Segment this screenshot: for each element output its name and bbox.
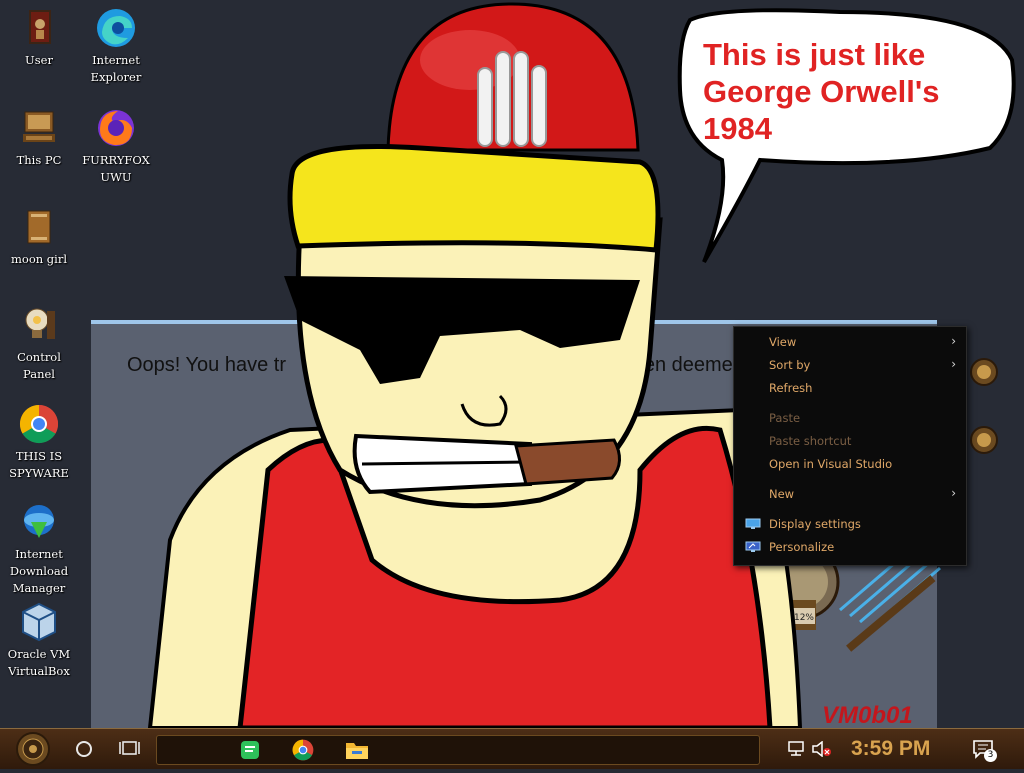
taskbar: 3:59 PM 3 <box>0 728 1024 769</box>
notification-count-badge: 3 <box>984 749 997 762</box>
taskbar-app-strip <box>156 735 760 765</box>
personalize-icon <box>745 541 761 552</box>
menu-item-refresh[interactable]: Refresh <box>734 378 966 400</box>
chevron-right-icon: › <box>951 334 956 348</box>
search-button[interactable] <box>70 729 98 769</box>
file-explorer-icon[interactable] <box>345 740 369 760</box>
speech-bubble-text: This is just like George Orwell's 1984 <box>703 37 940 146</box>
volume-muted-icon[interactable] <box>812 741 832 757</box>
clock[interactable]: 3:59 PM <box>851 737 930 761</box>
menu-item-paste-shortcut[interactable]: Paste shortcut <box>734 431 966 453</box>
menu-item-display-settings[interactable]: Display settings <box>734 514 966 536</box>
network-icon[interactable] <box>788 741 806 757</box>
menu-item-sort-by[interactable]: Sort by › <box>734 355 966 377</box>
start-button[interactable] <box>8 729 58 769</box>
chevron-right-icon: › <box>951 357 956 371</box>
notification-center-button[interactable]: 3 <box>968 729 998 769</box>
menu-item-open-in-visual-studio[interactable]: Open in Visual Studio <box>734 454 966 476</box>
yellow-hat <box>287 144 661 253</box>
start-gear-icon <box>16 732 50 766</box>
task-view-icon <box>119 741 140 755</box>
menu-item-paste[interactable]: Paste <box>734 408 966 430</box>
system-tray <box>782 729 842 769</box>
menu-item-personalize[interactable]: Personalize <box>734 537 966 559</box>
menu-item-new[interactable]: New › <box>734 484 966 506</box>
notes-app-icon[interactable] <box>239 740 261 760</box>
task-view-button[interactable] <box>115 729 145 769</box>
desktop: Oops! You have tr s been deeme User Inter… <box>0 0 1024 728</box>
display-icon <box>745 518 761 529</box>
search-circle-icon <box>76 741 92 757</box>
chrome-icon[interactable] <box>291 738 315 762</box>
cigar <box>514 438 621 486</box>
chevron-right-icon: › <box>951 486 956 500</box>
context-menu: View › Sort by › Refresh Paste Paste short… <box>733 326 967 566</box>
menu-item-view[interactable]: View › <box>734 332 966 354</box>
